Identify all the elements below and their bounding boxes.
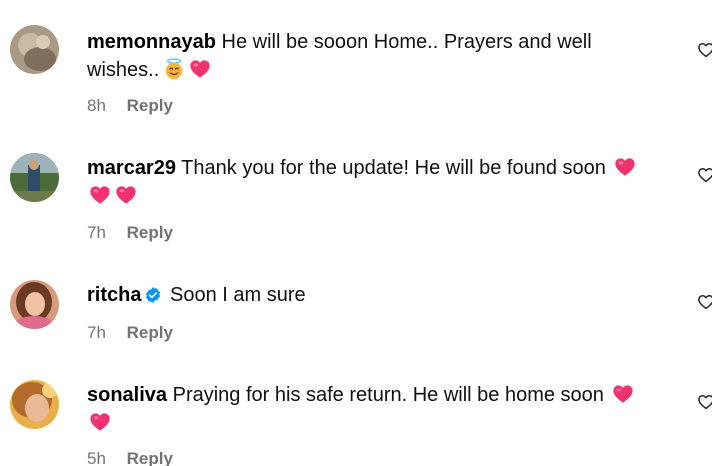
heart-emoji-icon <box>89 411 111 433</box>
comment-meta: 8h Reply <box>87 95 173 117</box>
comment-meta: 7h Reply <box>87 222 173 244</box>
comment-text: memonnayab He will be sooon Home.. Praye… <box>87 28 647 84</box>
reply-button[interactable]: Reply <box>127 449 173 466</box>
heart-emoji-icon <box>189 58 211 80</box>
comment-message: Praying for his safe return. He will be … <box>172 384 604 406</box>
like-heart-icon[interactable] <box>697 293 712 311</box>
comment-text: sonaliva Praying for his safe return. He… <box>87 381 647 437</box>
comment-meta: 7h Reply <box>87 322 173 344</box>
heart-emoji-icon <box>115 184 137 206</box>
avatar[interactable] <box>10 25 59 74</box>
comment-username[interactable]: marcar29 <box>87 157 176 179</box>
reply-button[interactable]: Reply <box>127 96 173 115</box>
comment-time: 7h <box>87 323 106 342</box>
heart-emoji-icon <box>614 156 636 178</box>
comment-username[interactable]: ritcha <box>87 284 141 306</box>
comment-meta: 5h Reply <box>87 448 173 466</box>
like-heart-icon[interactable] <box>697 166 712 184</box>
heart-emoji-icon <box>89 184 111 206</box>
avatar[interactable] <box>10 280 59 329</box>
heart-emoji-icon <box>612 383 634 405</box>
comment-username[interactable]: sonaliva <box>87 384 167 406</box>
avatar[interactable] <box>10 380 59 429</box>
smiling-face-with-halo-emoji-icon <box>163 58 185 80</box>
reply-button[interactable]: Reply <box>127 223 173 242</box>
comment-time: 8h <box>87 96 106 115</box>
comment-text: marcar29 Thank you for the update! He wi… <box>87 154 647 210</box>
comment-time: 7h <box>87 223 106 242</box>
reply-button[interactable]: Reply <box>127 323 173 342</box>
comment-username[interactable]: memonnayab <box>87 31 216 53</box>
comment-message: Soon I am sure <box>170 284 306 306</box>
like-heart-icon[interactable] <box>697 393 712 411</box>
avatar[interactable] <box>10 153 59 202</box>
verified-badge-icon <box>146 287 161 303</box>
comment-text: ritcha Soon I am sure <box>87 281 647 309</box>
comment-time: 5h <box>87 449 106 466</box>
comment-message: Thank you for the update! He will be fou… <box>181 157 606 179</box>
like-heart-icon[interactable] <box>697 41 712 59</box>
